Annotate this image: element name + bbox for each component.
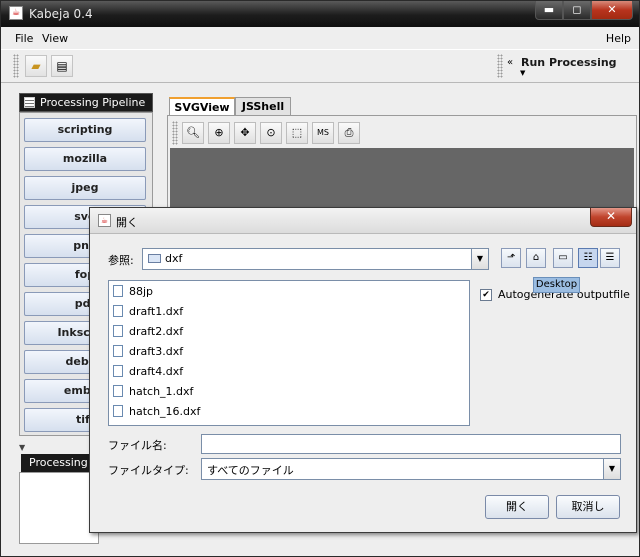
- printer-icon: ⎙: [344, 126, 354, 139]
- list-item[interactable]: draft3.dxf: [113, 343, 183, 361]
- svg-canvas[interactable]: [170, 148, 634, 214]
- magnifier-plus-icon: ⊕: [214, 126, 224, 139]
- autogenerate-checkbox[interactable]: ✔: [480, 289, 492, 301]
- list-item[interactable]: draft2.dxf: [113, 323, 183, 341]
- magnifier-a-icon: ⊙: [266, 126, 276, 139]
- list-item[interactable]: 88jp: [113, 283, 153, 301]
- chevron-down-icon: ▼: [603, 459, 620, 479]
- dialog-close-button[interactable]: ✕: [590, 208, 632, 227]
- window-title: Kabeja 0.4: [29, 7, 93, 21]
- look-in-label: 参照:: [108, 254, 134, 267]
- tab-svgview[interactable]: SVGView: [169, 97, 235, 116]
- up-folder-button[interactable]: ⬏: [501, 248, 521, 268]
- file-icon: [113, 305, 123, 317]
- move-arrows-icon: ✥: [240, 126, 250, 139]
- menu-view[interactable]: View: [42, 32, 68, 45]
- file-list[interactable]: 88jp draft1.dxf draft2.dxf draft3.dxf dr…: [108, 280, 470, 426]
- menu-file[interactable]: File: [15, 32, 33, 45]
- cancel-button[interactable]: 取消し: [556, 495, 620, 519]
- menu-help[interactable]: Help: [606, 32, 631, 45]
- title-bar: ☕ Kabeja 0.4 ▬ ◻ ✕: [1, 1, 639, 27]
- new-folder-icon: ▭: [558, 252, 568, 263]
- select-region-button[interactable]: ⬚: [286, 122, 308, 144]
- close-button[interactable]: ✕: [591, 1, 633, 20]
- file-icon: [113, 385, 123, 397]
- dialog-title: 開く: [116, 216, 138, 229]
- open-button[interactable]: 開く: [485, 495, 549, 519]
- splitter-arrow-icon[interactable]: ▼: [19, 443, 25, 452]
- zoom-plus-button[interactable]: ⊕: [208, 122, 230, 144]
- list-item[interactable]: hatch_16.dxf: [113, 403, 200, 421]
- file-icon: [113, 285, 123, 297]
- view-toolbar-grip[interactable]: [172, 121, 178, 145]
- file-icon: [113, 405, 123, 417]
- processing-pipeline-tab[interactable]: Processing Pipeline: [19, 93, 153, 112]
- folder-icon: [148, 254, 161, 263]
- pipeline-tab-label: Processing Pipeline: [40, 96, 146, 109]
- filetype-combo[interactable]: すべてのファイル ▼: [201, 458, 621, 480]
- pipeline-item-jpeg[interactable]: jpeg: [24, 176, 146, 200]
- open-folder-button[interactable]: ▰: [25, 55, 47, 77]
- run-processing-menu[interactable]: Run Processing: [521, 56, 617, 69]
- up-folder-icon: ⬏: [506, 252, 516, 263]
- list-icon: [24, 97, 35, 108]
- pan-button[interactable]: ✥: [234, 122, 256, 144]
- java-app-icon: ☕: [98, 214, 111, 227]
- svg-view-panel: 🔍︎ ⊕ ✥ ⊙ ⬚ MS ⎙: [167, 115, 637, 215]
- chevron-down-icon: ▼: [471, 249, 488, 269]
- file-icon: [113, 345, 123, 357]
- new-document-button[interactable]: ▤: [51, 55, 73, 77]
- ms-button[interactable]: MS: [312, 122, 334, 144]
- zoom-in-button[interactable]: 🔍︎: [182, 122, 204, 144]
- filetype-value: すべてのファイル: [207, 464, 294, 477]
- pipeline-item-scripting[interactable]: scripting: [24, 118, 146, 142]
- list-view-button[interactable]: ☷: [578, 248, 598, 268]
- home-icon: ⌂: [532, 252, 540, 263]
- dotted-rect-icon: ⬚: [291, 126, 303, 139]
- dropdown-arrow-icon: ▼: [520, 69, 526, 77]
- dialog-title-bar: ☕ 開く ✕: [90, 208, 636, 234]
- toolbar-grip-right[interactable]: [497, 54, 503, 78]
- checkmark-icon: ✔: [482, 290, 490, 300]
- processing-log-tab[interactable]: Processing: [21, 454, 99, 472]
- filename-input[interactable]: [201, 434, 621, 454]
- processing-log-panel: [19, 472, 99, 544]
- menu-bar: File View Help: [1, 28, 639, 48]
- magnifier-icon: 🔍︎: [186, 126, 200, 139]
- main-toolbar: ▰ ▤ « Run Processing ▼: [1, 49, 639, 83]
- double-chevron-left-icon: «: [507, 57, 514, 68]
- list-item[interactable]: draft1.dxf: [113, 303, 183, 321]
- folder-open-icon: ▰: [31, 59, 41, 73]
- desktop-tooltip: Desktop: [533, 277, 580, 293]
- details-view-icon: ☰: [605, 252, 615, 263]
- tab-jsshell[interactable]: JSShell: [235, 97, 291, 116]
- filetype-label: ファイルタイプ:: [108, 464, 189, 477]
- look-in-combo[interactable]: dxf ▼: [142, 248, 489, 270]
- pipeline-item-mozilla[interactable]: mozilla: [24, 147, 146, 171]
- minimize-button[interactable]: ▬: [535, 1, 563, 20]
- maximize-button[interactable]: ◻: [563, 1, 591, 20]
- zoom-fit-button[interactable]: ⊙: [260, 122, 282, 144]
- print-button[interactable]: ⎙: [338, 122, 360, 144]
- home-button[interactable]: ⌂: [526, 248, 546, 268]
- list-item[interactable]: draft4.dxf: [113, 363, 183, 381]
- list-item[interactable]: hatch_1.dxf: [113, 383, 193, 401]
- file-icon: [113, 365, 123, 377]
- java-app-icon: ☕: [9, 6, 23, 20]
- details-view-button[interactable]: ☰: [600, 248, 620, 268]
- toolbar-grip[interactable]: [13, 54, 19, 78]
- filename-label: ファイル名:: [108, 439, 167, 452]
- new-folder-button[interactable]: ▭: [553, 248, 573, 268]
- look-in-value: dxf: [165, 252, 183, 265]
- ms-label: MS: [317, 128, 329, 137]
- list-view-icon: ☷: [583, 252, 593, 263]
- file-icon: [113, 325, 123, 337]
- document-icon: ▤: [56, 59, 68, 73]
- open-file-dialog: ☕ 開く ✕ 参照: dxf ▼ ⬏ ⌂ ▭ ☷ ☰ 88jp draft1.d…: [89, 207, 637, 533]
